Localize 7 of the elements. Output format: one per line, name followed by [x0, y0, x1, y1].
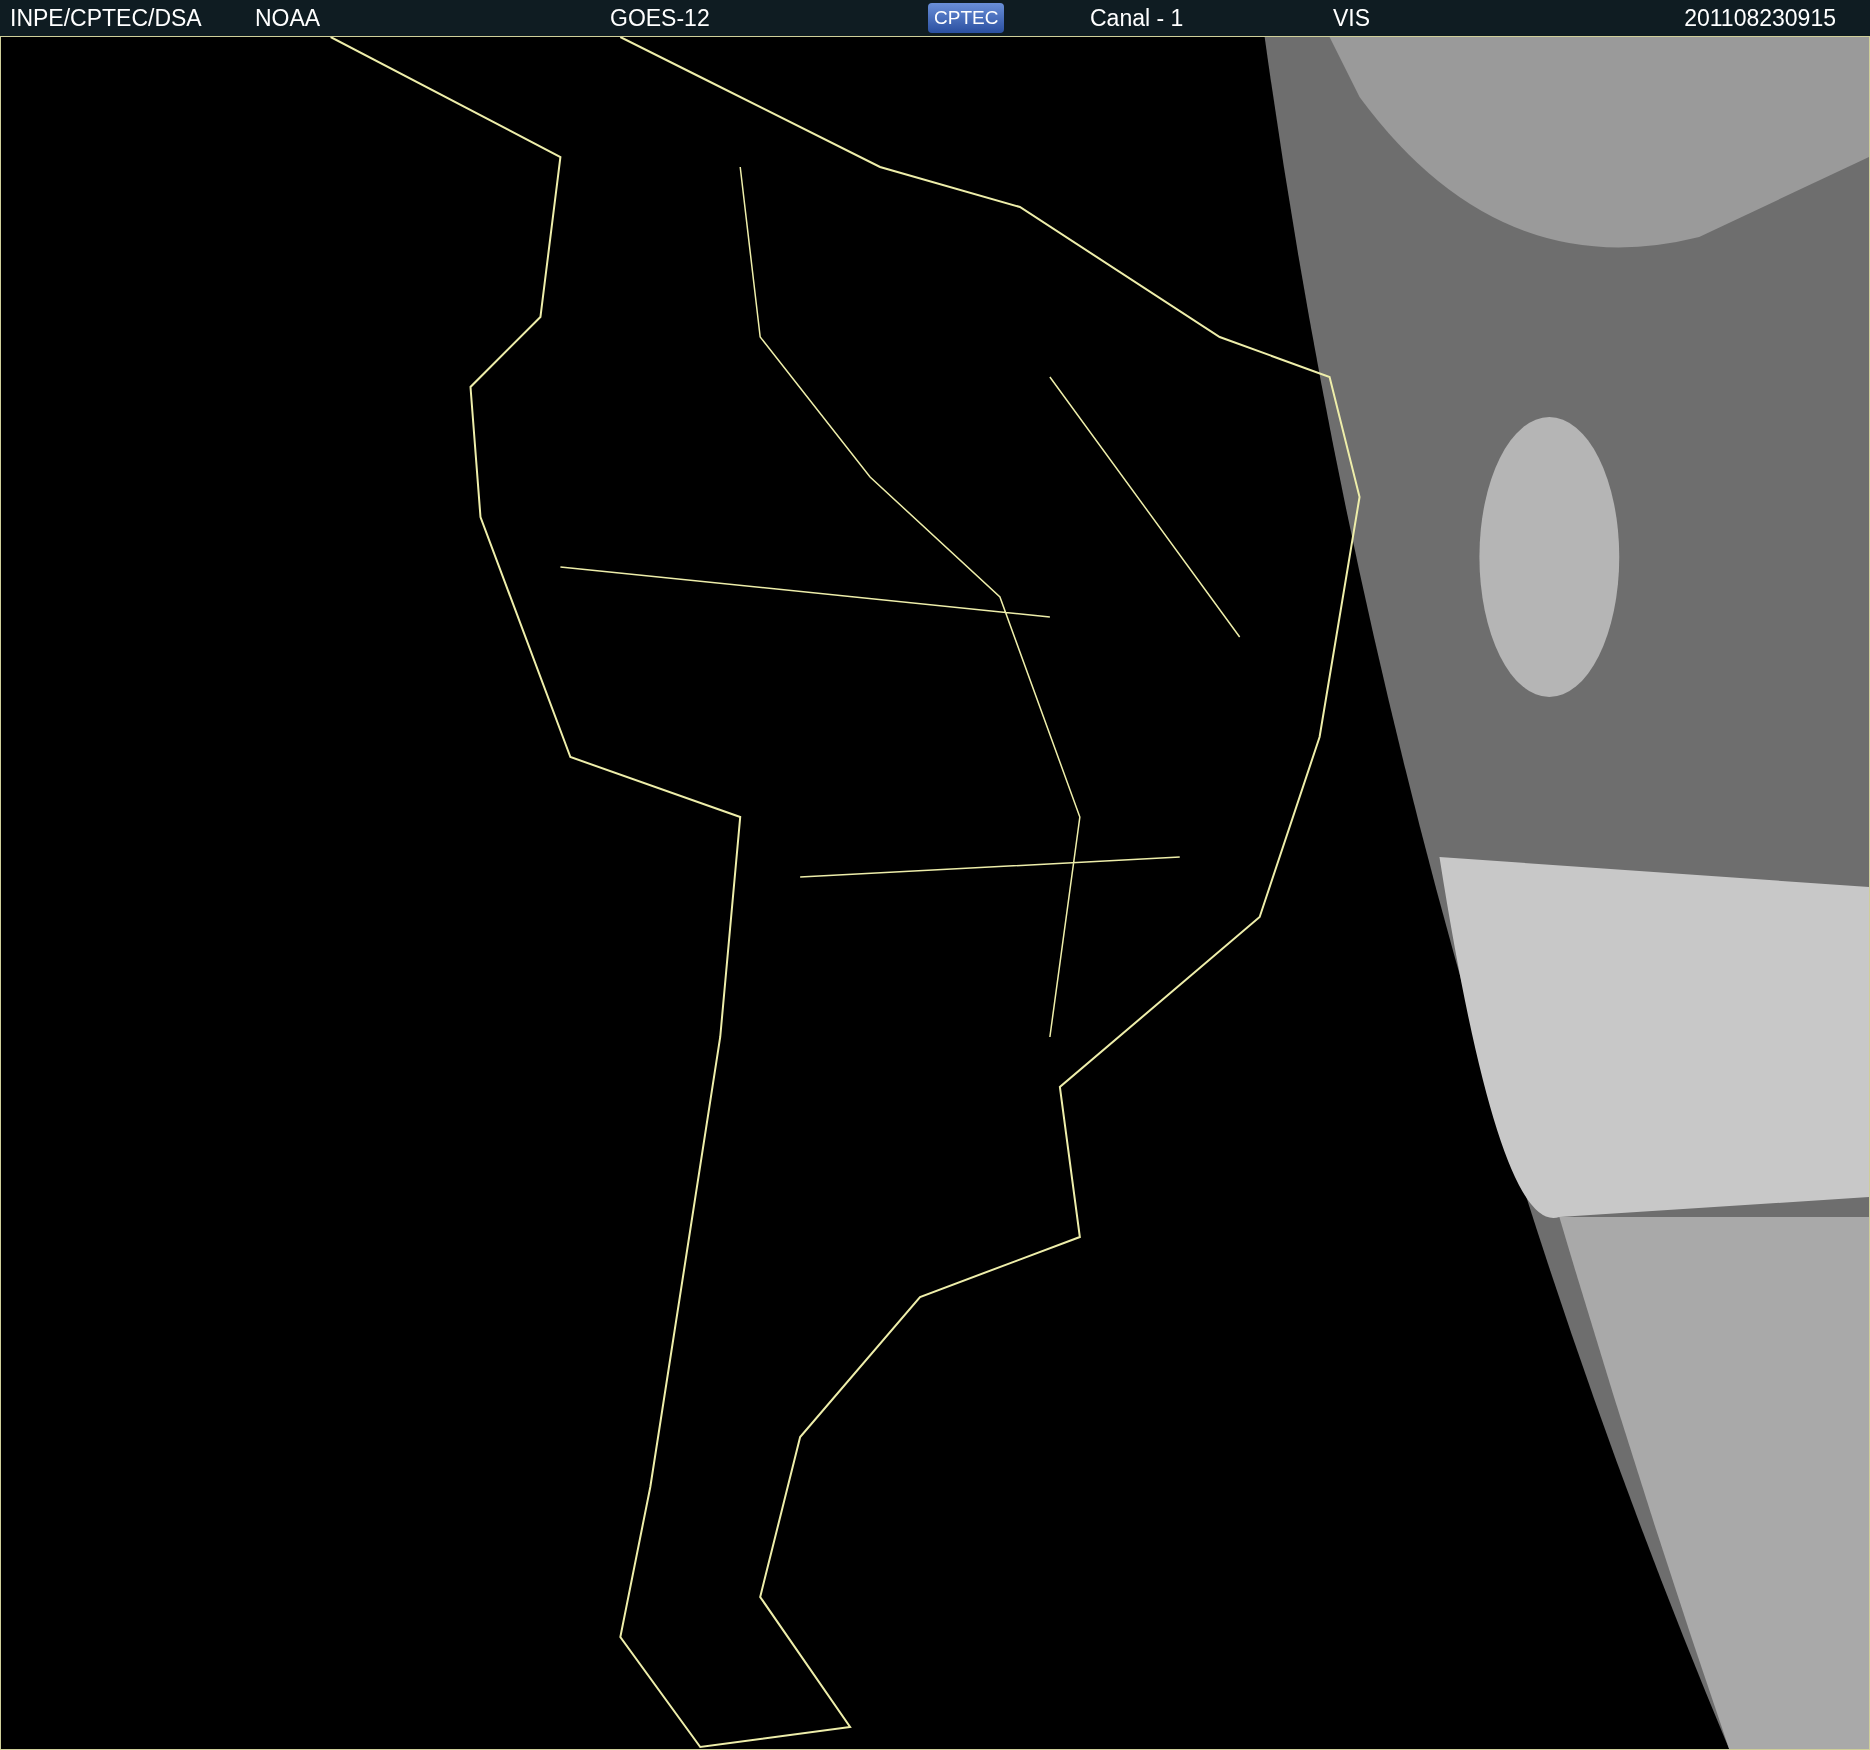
- channel-label: Canal - 1: [1090, 4, 1184, 32]
- source-label: INPE/CPTEC/DSA: [10, 4, 202, 32]
- agency-label: NOAA: [255, 4, 321, 32]
- timestamp-label: 201108230915: [1684, 4, 1836, 32]
- band-label: VIS: [1333, 4, 1371, 32]
- satellite-label: GOES-12: [610, 4, 710, 32]
- logo: CPTEC: [928, 3, 1005, 33]
